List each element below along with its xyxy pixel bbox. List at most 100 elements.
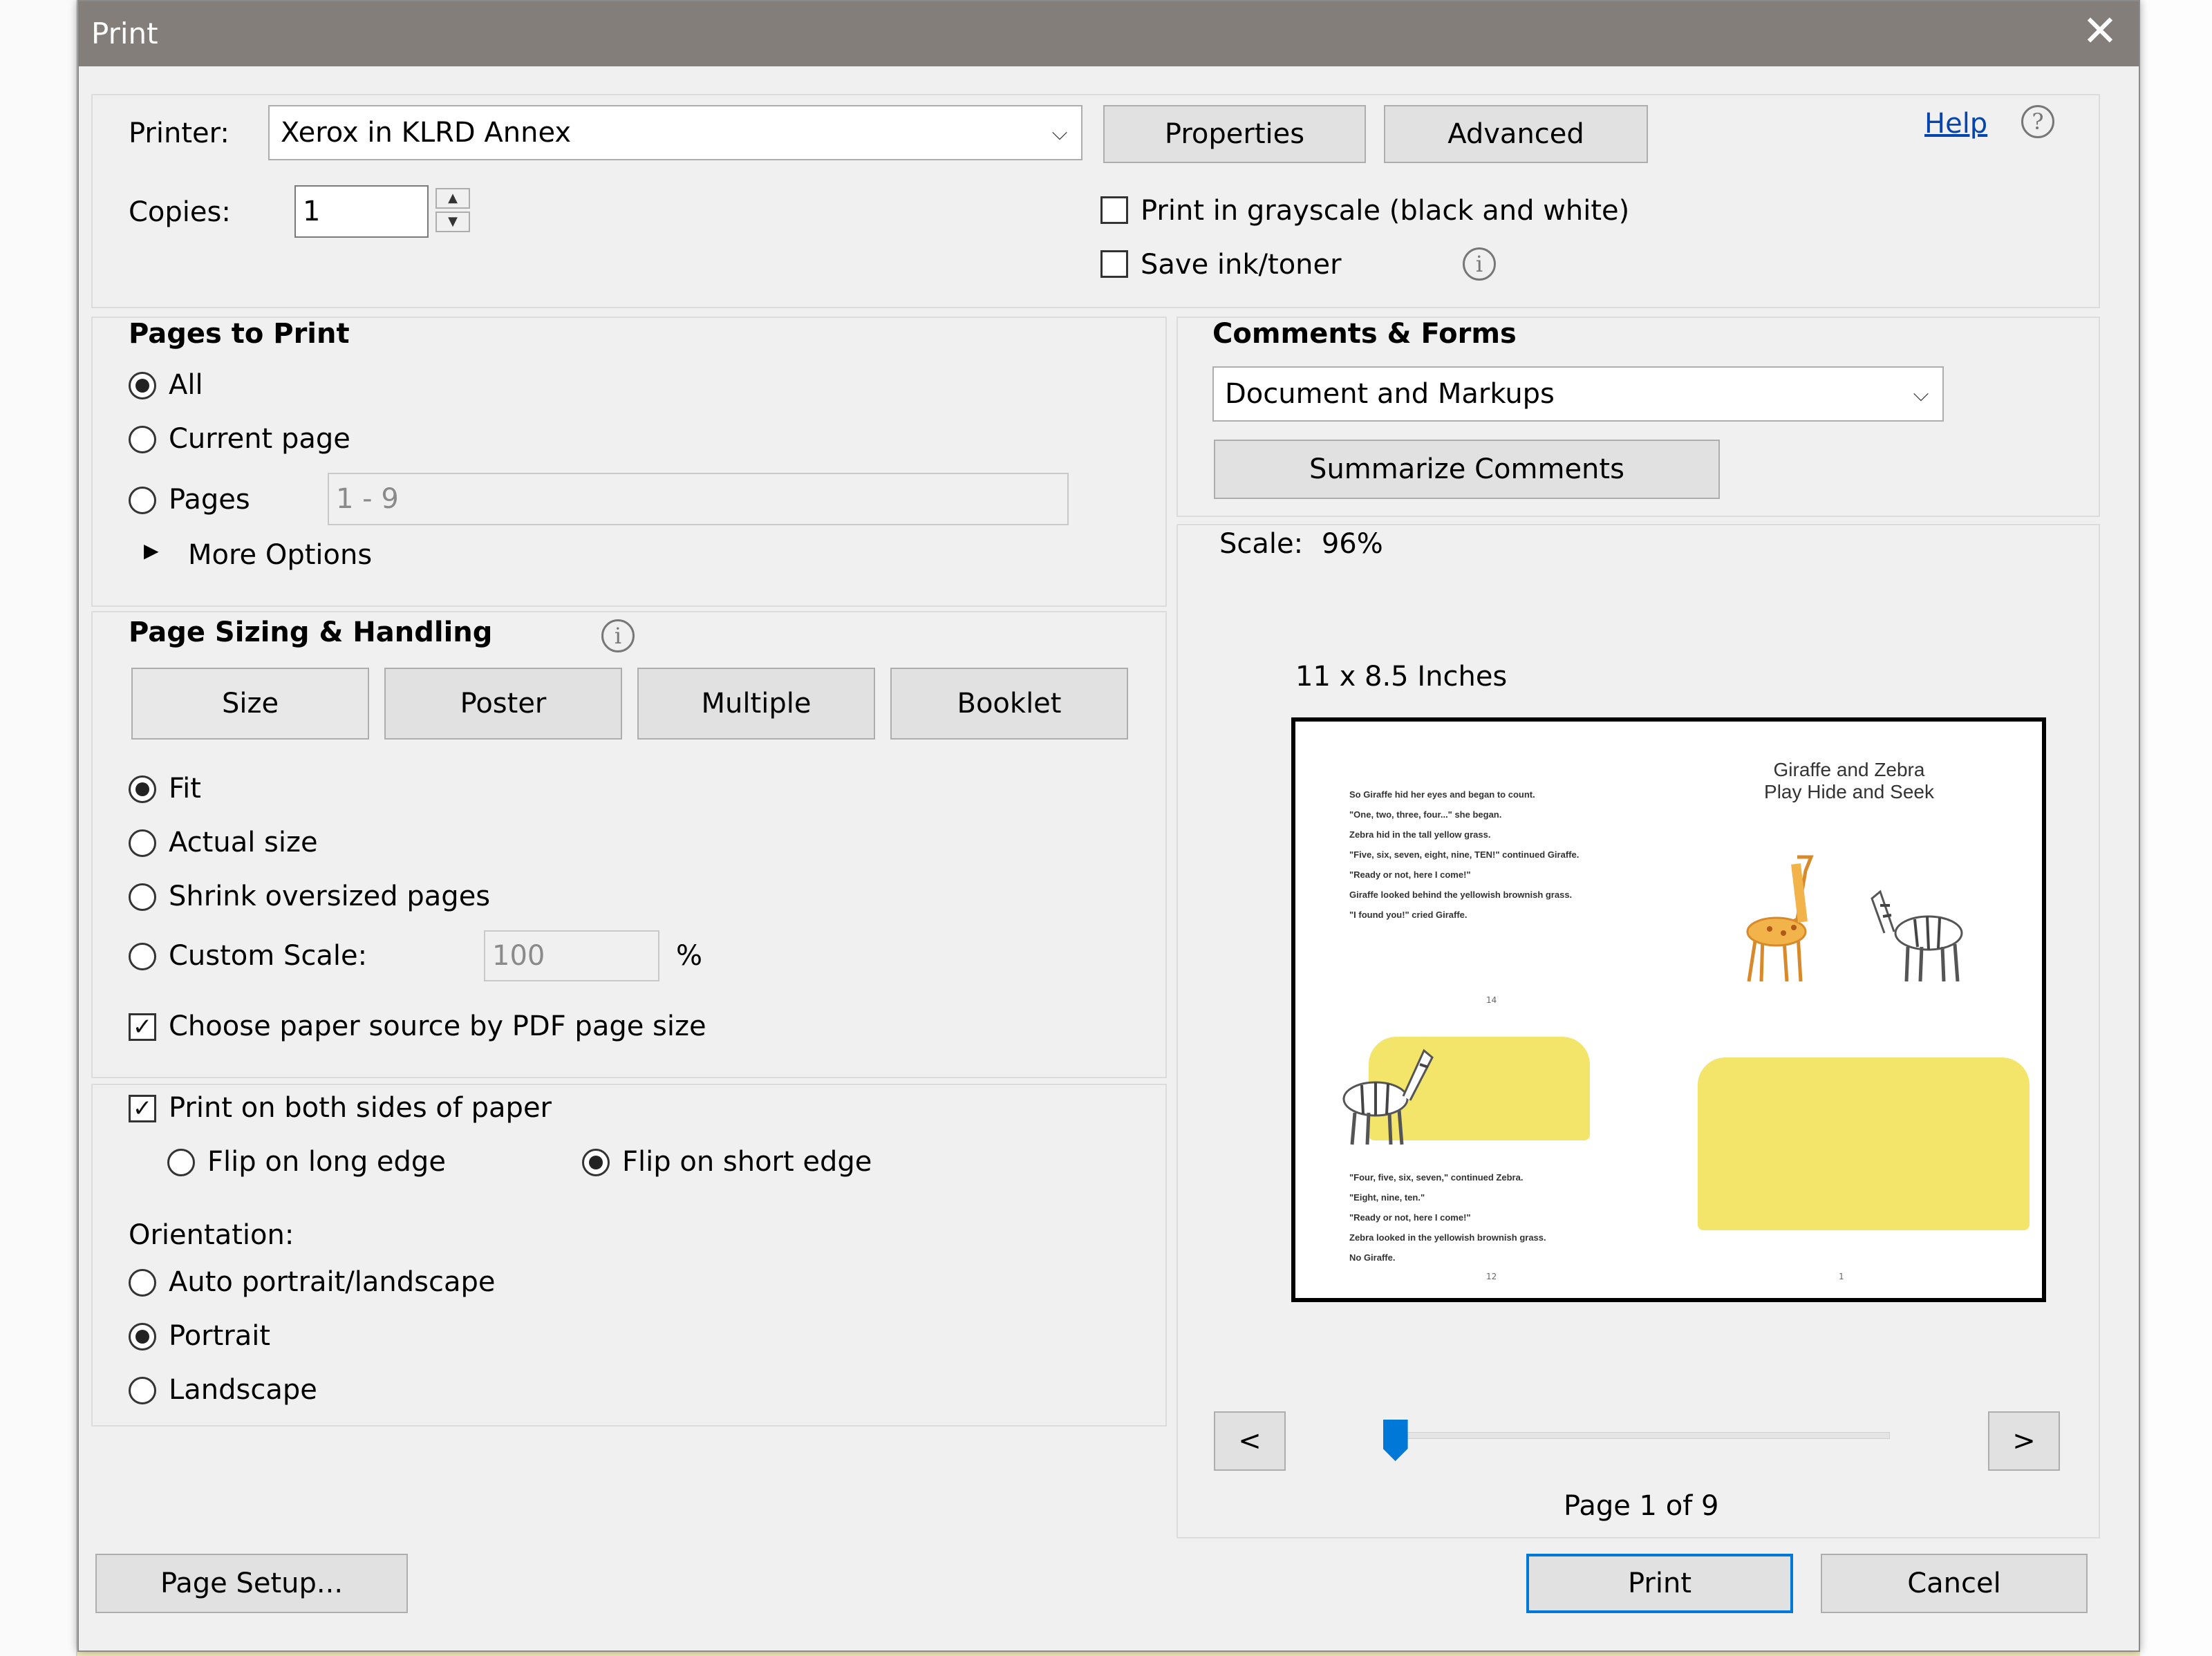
properties-button[interactable]: Properties	[1103, 105, 1366, 163]
comments-forms-selected-value: Document and Markups	[1225, 378, 1555, 410]
tab-size[interactable]: Size	[131, 668, 369, 740]
left-text-line: "Five, six, seven, eight, nine, TEN!" co…	[1349, 849, 1580, 860]
auto-orientation-radio[interactable]	[129, 1269, 156, 1297]
more-options-label[interactable]: More Options	[188, 539, 372, 571]
summarize-comments-button[interactable]: Summarize Comments	[1214, 440, 1720, 499]
left-text-line: Giraffe looked behind the yellowish brow…	[1349, 890, 1573, 900]
bottom-text-line: "Eight, nine, ten."	[1349, 1192, 1425, 1203]
save-ink-info-icon[interactable]: i	[1463, 247, 1496, 281]
both-sides-label: Print on both sides of paper	[169, 1092, 552, 1124]
bottom-text-line: "Ready or not, here I come!"	[1349, 1212, 1471, 1223]
bottom-text-line: No Giraffe.	[1349, 1252, 1396, 1263]
pages-to-print-panel: Pages to Print All Current page Pages 1 …	[91, 317, 1167, 607]
background-window-right	[2140, 0, 2212, 1656]
custom-scale-label: Custom Scale:	[169, 940, 368, 972]
page-number-bottom-left: 12	[1486, 1272, 1497, 1281]
printer-panel: Printer: Xerox in KLRD Annex ⌵ Propertie…	[91, 94, 2100, 308]
scale-label-text: Scale:	[1219, 528, 1304, 560]
shrink-label: Shrink oversized pages	[169, 881, 491, 912]
page-setup-button[interactable]: Page Setup...	[95, 1554, 408, 1613]
left-text-line: "I found you!" cried Giraffe.	[1349, 910, 1468, 920]
actual-size-label: Actual size	[169, 827, 318, 858]
pages-range-label: Pages	[169, 484, 250, 516]
grayscale-checkbox[interactable]	[1100, 196, 1128, 224]
auto-orientation-label: Auto portrait/landscape	[169, 1266, 496, 1298]
left-text-line: Zebra hid in the tall yellow grass.	[1349, 829, 1491, 840]
title-bar[interactable]: Print ✕	[79, 1, 2139, 66]
help-question-icon[interactable]: ?	[2021, 105, 2054, 138]
printer-label: Printer:	[129, 117, 229, 149]
flip-long-edge-label: Flip on long edge	[207, 1146, 446, 1178]
landscape-label: Landscape	[169, 1374, 317, 1406]
copies-input[interactable]: 1	[294, 185, 429, 238]
paper-source-checkbox[interactable]: ✓	[129, 1013, 156, 1041]
left-page-text: So Giraffe hid her eyes and began to cou…	[1349, 789, 1579, 920]
paper-source-label: Choose paper source by PDF page size	[169, 1010, 706, 1042]
preview-panel: Scale: 96% 11 x 8.5 Inches Giraffe and Z…	[1177, 524, 2100, 1539]
print-dialog: Print ✕ Printer: Xerox in KLRD Annex ⌵ P…	[77, 0, 2140, 1652]
printer-selected-value: Xerox in KLRD Annex	[281, 117, 572, 149]
book-title-line-1: Giraffe and Zebra	[1773, 759, 1925, 780]
pages-range-input[interactable]: 1 - 9	[328, 473, 1069, 525]
portrait-radio[interactable]	[129, 1323, 156, 1351]
page-indicator: Page 1 of 9	[1564, 1490, 1719, 1522]
previous-page-button[interactable]: <	[1214, 1411, 1286, 1471]
print-button[interactable]: Print	[1526, 1554, 1793, 1613]
copies-increment-button[interactable]: ▲	[435, 188, 470, 209]
flip-short-edge-radio[interactable]	[582, 1149, 610, 1176]
portrait-label: Portrait	[169, 1320, 271, 1352]
advanced-button[interactable]: Advanced	[1384, 105, 1648, 163]
comments-forms-heading: Comments & Forms	[1212, 318, 1517, 350]
pages-to-print-heading: Pages to Print	[129, 318, 350, 350]
pages-all-radio[interactable]	[129, 372, 156, 399]
copies-decrement-button[interactable]: ▼	[435, 211, 470, 232]
printer-select[interactable]: Xerox in KLRD Annex ⌵	[268, 105, 1082, 160]
duplex-orientation-panel: ✓ Print on both sides of paper Flip on l…	[91, 1084, 1167, 1427]
save-ink-checkbox[interactable]	[1100, 250, 1128, 278]
page-sizing-panel: Page Sizing & Handling i Size Poster Mul…	[91, 611, 1167, 1078]
comments-forms-panel: Comments & Forms Document and Markups ⌵ …	[1177, 317, 2100, 517]
paper-size-label: 11 x 8.5 Inches	[1295, 661, 1508, 693]
comments-forms-select[interactable]: Document and Markups ⌵	[1212, 366, 1944, 422]
zebra-illustration	[1871, 890, 1963, 982]
custom-scale-input[interactable]: 100	[484, 930, 659, 981]
landscape-radio[interactable]	[129, 1377, 156, 1404]
bottom-text-line: Zebra looked in the yellowish brownish g…	[1349, 1232, 1546, 1243]
print-preview-page: Giraffe and Zebra Play Hide and Seek So …	[1306, 733, 2031, 1287]
more-options-expand-icon[interactable]: ▶	[144, 539, 159, 562]
cancel-button[interactable]: Cancel	[1821, 1554, 2088, 1613]
giraffe-illustration	[1746, 855, 1814, 982]
page-number-top: 14	[1486, 995, 1497, 1005]
tab-booklet[interactable]: Booklet	[890, 668, 1128, 740]
grayscale-label: Print in grayscale (black and white)	[1141, 195, 1630, 227]
left-text-line: "One, two, three, four..." she began.	[1349, 809, 1502, 820]
page-slider-track[interactable]	[1385, 1432, 1890, 1439]
chevron-down-icon: ⌵	[1913, 382, 1929, 406]
actual-size-radio[interactable]	[129, 829, 156, 857]
shrink-radio[interactable]	[129, 883, 156, 911]
pages-range-radio[interactable]	[129, 487, 156, 514]
bottom-page-text: "Four, five, six, seven," continued Zebr…	[1349, 1172, 1546, 1263]
bottom-text-line: "Four, five, six, seven," continued Zebr…	[1349, 1172, 1524, 1183]
tab-multiple[interactable]: Multiple	[637, 668, 875, 740]
flip-long-edge-radio[interactable]	[167, 1149, 195, 1176]
help-link[interactable]: Help	[1924, 108, 1987, 140]
page-number-bottom-right: 1	[1839, 1272, 1844, 1281]
pages-current-label: Current page	[169, 423, 350, 455]
left-text-line: So Giraffe hid her eyes and began to cou…	[1349, 789, 1535, 800]
percent-label: %	[676, 940, 703, 972]
page-sizing-info-icon[interactable]: i	[601, 619, 635, 652]
page-slider-thumb[interactable]	[1382, 1420, 1408, 1461]
fit-radio[interactable]	[129, 775, 156, 803]
scale-label: Scale: 96%	[1219, 528, 1383, 560]
next-page-button[interactable]: >	[1988, 1411, 2060, 1471]
custom-scale-radio[interactable]	[129, 943, 156, 970]
left-text-line: "Ready or not, here I come!"	[1349, 869, 1471, 880]
both-sides-checkbox[interactable]: ✓	[129, 1095, 156, 1122]
close-icon[interactable]: ✕	[2082, 10, 2118, 53]
tab-poster[interactable]: Poster	[384, 668, 622, 740]
pages-current-radio[interactable]	[129, 426, 156, 453]
zebra-in-grass-illustration	[1342, 1048, 1434, 1145]
print-preview-frame: Giraffe and Zebra Play Hide and Seek So …	[1291, 717, 2046, 1302]
background-window-left	[0, 0, 77, 1656]
